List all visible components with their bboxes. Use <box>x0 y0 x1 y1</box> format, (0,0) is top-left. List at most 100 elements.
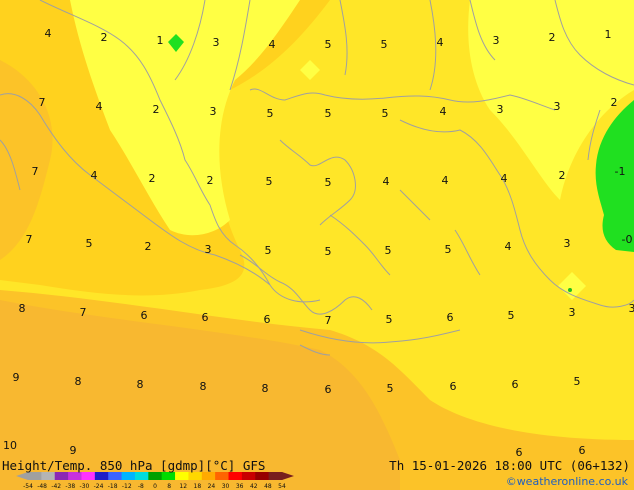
temperature-value: 3 <box>497 103 504 116</box>
temperature-value: 5 <box>385 244 392 257</box>
temperature-value: 3 <box>564 237 571 250</box>
temperature-value: 2 <box>149 172 156 185</box>
temperature-value: 5 <box>574 375 581 388</box>
temperature-value: 2 <box>611 96 618 109</box>
temperature-value: 8 <box>200 380 207 393</box>
scale-swatch <box>134 472 149 480</box>
temperature-value: 5 <box>86 237 93 250</box>
scale-swatch <box>175 472 189 480</box>
temperature-value: 5 <box>445 243 452 256</box>
scale-tick-label: 54 <box>278 483 286 490</box>
temperature-value: 2 <box>101 31 108 44</box>
temperature-value: 5 <box>325 245 332 258</box>
temperature-value: 5 <box>325 176 332 189</box>
scale-tick-label: -54 <box>23 483 33 490</box>
temperature-value: 7 <box>80 306 87 319</box>
temperature-value: 4 <box>91 169 98 182</box>
temperature-value: 5 <box>381 38 388 51</box>
scale-tick-label: 18 <box>194 483 202 490</box>
temperature-value: 2 <box>559 169 566 182</box>
scale-swatch <box>255 472 270 480</box>
temperature-value: 6 <box>450 380 457 393</box>
temperature-value: 3 <box>554 100 561 113</box>
scale-swatch <box>108 472 123 480</box>
scale-swatch <box>81 472 96 480</box>
temperature-value: 6 <box>202 311 209 324</box>
valid-time: Th 15-01-2026 18:00 UTC (06+132) <box>389 458 630 473</box>
temperature-value: 5 <box>266 175 273 188</box>
scale-tick-label: -8 <box>138 483 144 490</box>
temperature-value: 4 <box>505 240 512 253</box>
temperature-value: 6 <box>264 313 271 326</box>
temperature-value: 5 <box>325 38 332 51</box>
scale-swatch <box>54 472 69 480</box>
scale-tick-label: 24 <box>208 483 216 490</box>
temperature-value: 3 <box>210 105 217 118</box>
scale-swatch <box>68 472 82 480</box>
scale-tick-label: -12 <box>122 483 132 490</box>
temperature-field: 4 2 1 3 4 5 5 4 3 2 17 4 2 3 5 5 5 4 3 3 27 4 2 2 5 5 4 4 4 2 -17 5 2 3 5 5… <box>0 0 634 490</box>
temperature-value: 4 <box>442 174 449 187</box>
temperature-value: 4 <box>269 38 276 51</box>
temperature-value: 9 <box>70 444 77 457</box>
temperature-value: 4 <box>45 27 52 40</box>
scale-swatch <box>201 472 216 480</box>
scale-tick-label: 8 <box>167 483 171 490</box>
temperature-value: 3 <box>629 302 634 315</box>
scale-tick-label: 42 <box>250 483 258 490</box>
temperature-value: 7 <box>32 165 39 178</box>
temperature-value: 5 <box>387 382 394 395</box>
scale-tick-label: -30 <box>80 483 90 490</box>
temperature-value: 2 <box>145 240 152 253</box>
field-green-dot <box>568 288 572 292</box>
scale-swatch <box>161 472 176 480</box>
temperature-value: 4 <box>440 105 447 118</box>
temperature-value: 8 <box>75 375 82 388</box>
temperature-value: 5 <box>325 107 332 120</box>
temperature-value: 5 <box>267 107 274 120</box>
scale-swatch <box>188 472 203 480</box>
scale-tick-label: -42 <box>51 483 61 490</box>
scale-tick-label: 36 <box>236 483 244 490</box>
temperature-value: 6 <box>579 444 586 457</box>
scale-swatch <box>268 472 283 480</box>
scale-swatch <box>148 472 163 480</box>
temperature-value: 5 <box>386 313 393 326</box>
scale-swatch <box>241 472 256 480</box>
weather-map: 4 2 1 3 4 5 5 4 3 2 1 7 4 2 3 5 5 5 4 3 3 2 7 4 2 2 5 5 4 4 4 2 -1 7 5 2 3 5 5… <box>0 0 634 490</box>
scale-tick-label: -38 <box>65 483 75 490</box>
scale-tick-label: 0 <box>153 483 157 490</box>
temperature-value: 3 <box>205 243 212 256</box>
temperature-value: 6 <box>447 311 454 324</box>
scale-tick-label: -18 <box>108 483 118 490</box>
temperature-value: 3 <box>569 306 576 319</box>
temperature-value: 2 <box>207 174 214 187</box>
temperature-value: 1 <box>157 34 164 47</box>
temperature-value: 7 <box>325 314 332 327</box>
temperature-value: 5 <box>265 244 272 257</box>
temperature-value: 2 <box>153 103 160 116</box>
color-scale <box>16 472 294 480</box>
scale-swatch <box>41 472 56 480</box>
scale-swatch <box>28 472 42 480</box>
temperature-value: 5 <box>508 309 515 322</box>
temperature-value: 4 <box>437 36 444 49</box>
temperature-value: 8 <box>137 378 144 391</box>
temperature-value: 3 <box>213 36 220 49</box>
temperature-value: 1 <box>605 28 612 41</box>
temperature-value: 6 <box>512 378 519 391</box>
temperature-value: 2 <box>549 31 556 44</box>
scale-tick-label: 12 <box>179 483 187 490</box>
temperature-value: 6 <box>325 383 332 396</box>
scale-tick-label: -24 <box>94 483 104 490</box>
temperature-value: 7 <box>26 233 33 246</box>
site-credit-link[interactable]: ©weatheronline.co.uk <box>506 475 628 488</box>
temperature-value: 4 <box>96 100 103 113</box>
temperature-value: 10 <box>3 439 17 452</box>
temperature-value: 6 <box>141 309 148 322</box>
scale-tick-label: 48 <box>264 483 272 490</box>
scale-swatch <box>121 472 136 480</box>
scale-swatch <box>94 472 109 480</box>
temperature-value: 7 <box>39 96 46 109</box>
temperature-value: 4 <box>501 172 508 185</box>
